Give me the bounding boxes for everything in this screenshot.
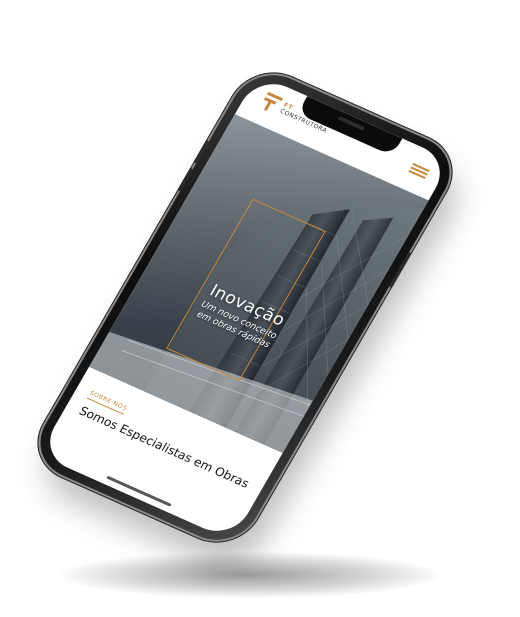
- phone-device: FT CONSTRUTORA Inovação Um novo conceito…: [25, 62, 465, 553]
- phone-floor-shadow: [60, 552, 440, 598]
- mockup-stage: FT CONSTRUTORA Inovação Um novo conceito…: [0, 0, 520, 617]
- hamburger-menu-icon[interactable]: [408, 163, 430, 179]
- phone-screen: FT CONSTRUTORA Inovação Um novo conceito…: [38, 74, 452, 541]
